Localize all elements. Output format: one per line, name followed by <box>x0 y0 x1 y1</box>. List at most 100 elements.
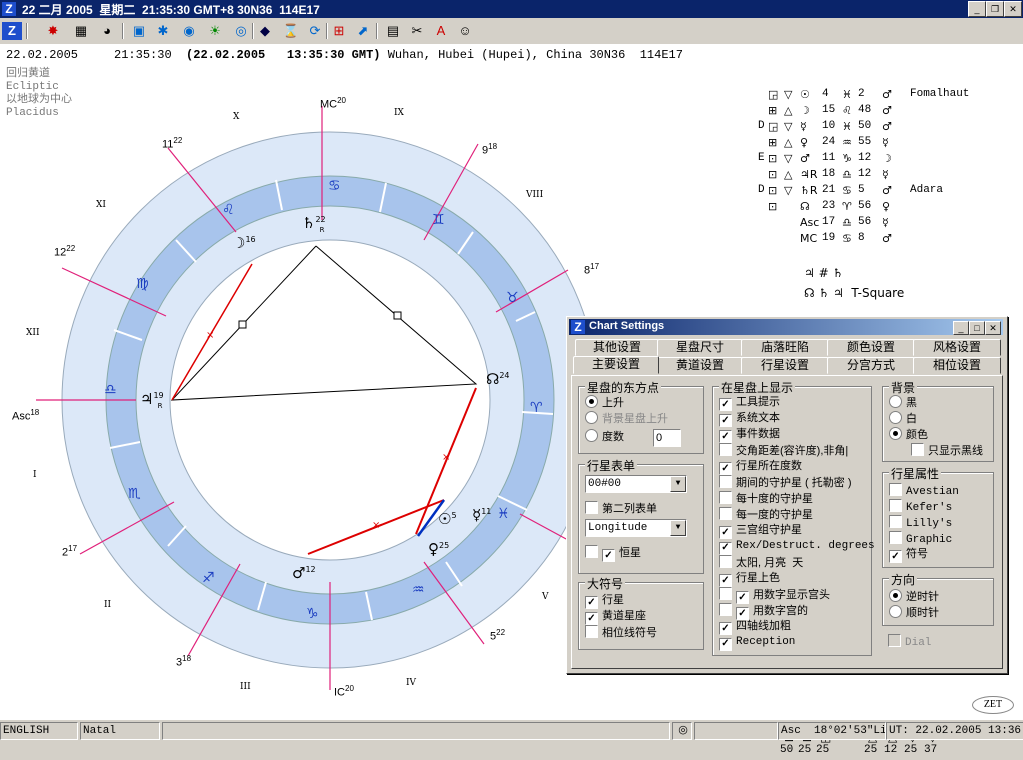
tab-ecliptic[interactable]: 黄道设置 <box>657 357 743 374</box>
row-planet: ♂ <box>800 152 810 165</box>
bookmark-icon[interactable]: ◆ <box>256 22 274 40</box>
calendar-icon[interactable]: ▦ <box>72 22 90 40</box>
tab-dignities[interactable]: 庙落旺陷 <box>741 339 829 356</box>
star-map-icon[interactable]: ✱ <box>154 22 172 40</box>
globe-icon[interactable]: ◕ <box>98 22 116 40</box>
tab-other-settings[interactable]: 其他设置 <box>575 339 659 356</box>
row-degree: 4 <box>822 88 829 100</box>
show-option-checkbox[interactable]: ✓ 行星所在度数 <box>719 459 802 475</box>
kefers-checkbox[interactable]: Kefer's <box>889 499 952 514</box>
show-option-checkbox[interactable]: ✓ 事件数据 <box>719 427 780 443</box>
font-icon[interactable]: A <box>432 22 450 40</box>
dialog-maximize-button[interactable]: □ <box>969 321 985 335</box>
tab-main-settings[interactable]: 主要设置 <box>573 356 659 374</box>
tab-chart-size[interactable]: 星盘尺寸 <box>657 339 743 356</box>
pattern-line: ♃ # ♄ <box>804 266 844 280</box>
tools-icon[interactable]: ✂ <box>408 22 426 40</box>
show-option-checkbox[interactable]: ✓ 四轴线加粗 <box>719 619 791 635</box>
legend-count: 12 <box>884 744 898 756</box>
row-aspect-b: △ <box>784 136 793 149</box>
radio-clockwise[interactable]: 顺时针 <box>889 605 939 619</box>
longitude-select[interactable]: Longitude ▼ <box>585 519 687 537</box>
show-option-checkbox[interactable]: ✓ 用数字宫的 <box>719 603 808 620</box>
dial-checkbox[interactable]: Dial <box>888 634 931 649</box>
aspect-table-row: ⊡ △ ♃R 18 ♎ 12 ☿ <box>760 168 1000 184</box>
radio-degrees[interactable]: 度数 <box>585 429 624 443</box>
node-icon[interactable]: ☊24 <box>486 370 510 388</box>
stop-icon[interactable]: ✸ <box>44 22 62 40</box>
image-icon[interactable]: ▣ <box>130 22 148 40</box>
row-ruler: ♂ <box>882 104 892 117</box>
sun-planet-icon[interactable]: ☉5 <box>438 510 457 528</box>
show-option-checkbox[interactable]: ✓ 三宫组守护星 <box>719 523 802 539</box>
restore-button[interactable]: ❐ <box>986 1 1004 17</box>
radio-bg-ascendant[interactable]: 背景星盘上升 <box>585 411 668 425</box>
row-sign: ♋ <box>842 184 852 197</box>
status-sun-icon[interactable]: ◎ <box>672 722 692 740</box>
radio-bg-color[interactable]: 颜色 <box>889 427 928 441</box>
cycle-icon[interactable]: ⟳ <box>306 22 324 40</box>
orbit-icon[interactable]: ◎ <box>232 22 250 40</box>
planet-icon[interactable]: ◉ <box>180 22 198 40</box>
dialog-close-button[interactable]: ✕ <box>985 321 1001 335</box>
tab-house-system[interactable]: 分宫方式 <box>827 357 915 374</box>
planet-list-group: 行星表单 00#00 ▼ 第二列表单 Longitude ▼ ✓ 恒星 <box>578 457 704 574</box>
aspect-line-symbols-checkbox[interactable]: 相位线符号 <box>585 625 657 639</box>
mercury-icon[interactable]: ☿11 <box>472 506 491 524</box>
radio-bg-white[interactable]: 白 <box>889 411 917 425</box>
tab-planets[interactable]: 行星设置 <box>741 357 829 374</box>
show-option-checkbox[interactable]: 太阳, 月亮 天 <box>719 555 803 569</box>
radio-counterclockwise[interactable]: 逆时针 <box>889 589 939 603</box>
show-option-checkbox[interactable]: ✓ 系统文本 <box>719 411 780 427</box>
venus-icon[interactable]: ♀25 <box>428 540 449 558</box>
person-icon[interactable]: ☺ <box>456 22 474 40</box>
show-option-checkbox[interactable]: 每十度的守护星 <box>719 491 813 505</box>
hourglass-icon[interactable]: ⌛ <box>282 22 300 40</box>
row-minute: 56 <box>858 216 872 228</box>
cusp-2-label: 217 <box>62 544 78 559</box>
close-button[interactable]: ✕ <box>1004 1 1022 17</box>
mars-icon[interactable]: ♂12 <box>292 564 316 582</box>
show-option-checkbox[interactable]: ✓ 用数字显示宫头 <box>719 587 830 604</box>
tab-style[interactable]: 风格设置 <box>913 339 1001 356</box>
group-label: 大符号 <box>585 575 626 592</box>
show-option-checkbox[interactable]: ✓ Rex/Destruct. degrees <box>719 539 875 555</box>
tab-colors[interactable]: 颜色设置 <box>827 339 915 356</box>
dialog-minimize-button[interactable]: _ <box>953 321 969 335</box>
big-zodiac-checkbox[interactable]: ✓ 黄道星座 <box>585 609 646 625</box>
lillys-checkbox[interactable]: Lilly's <box>889 515 952 530</box>
app-logo-icon: Z <box>2 22 22 40</box>
show-option-checkbox[interactable]: ✓ Reception <box>719 635 795 651</box>
degrees-input[interactable]: 0 <box>653 429 681 447</box>
avestian-checkbox[interactable]: Avestian <box>889 483 959 498</box>
arrow-icon[interactable]: ⬈ <box>354 22 372 40</box>
radio-ascendant[interactable]: 上升 <box>585 395 624 409</box>
tab-aspects[interactable]: 相位设置 <box>913 357 1001 374</box>
moon-icon[interactable]: ☽16 <box>232 234 256 252</box>
svg-text:×: × <box>372 520 380 531</box>
saturn-icon[interactable]: ♄22R <box>302 214 326 234</box>
sun-icon[interactable]: ☀ <box>206 22 224 40</box>
aspect-table-row: D ◲ ▽ ☿ 10 ♓ 50 ♂ <box>758 120 1000 136</box>
planet-attributes-group: 行星属性 Avestian Kefer's Lilly's Graphic ✓ 符… <box>882 465 994 568</box>
app-icon[interactable]: Z <box>2 2 16 16</box>
row-planet: MC <box>800 232 818 245</box>
big-planets-checkbox[interactable]: ✓ 行星 <box>585 593 624 609</box>
dialog-titlebar: Z Chart Settings _ □ ✕ <box>569 319 1003 335</box>
show-option-checkbox[interactable]: 交角距差(容许度),非角| <box>719 443 848 457</box>
show-option-checkbox[interactable]: 期间的守护星 ( 托勒密 ) <box>719 475 852 489</box>
radio-bg-black[interactable]: 黑 <box>889 395 917 409</box>
show-option-checkbox[interactable]: ✓ 行星上色 <box>719 571 780 587</box>
symbols-checkbox[interactable]: ✓ 符号 <box>889 547 928 563</box>
show-option-checkbox[interactable]: 每一度的守护星 <box>719 507 813 521</box>
document-icon[interactable]: ▤ <box>384 22 402 40</box>
black-lines-only-checkbox[interactable]: 只显示黑线 <box>911 443 983 457</box>
second-list-checkbox[interactable]: 第二列表单 <box>585 501 657 515</box>
jupiter-icon[interactable]: ♃19R <box>140 390 164 410</box>
grid-icon[interactable]: ⊞ <box>330 22 348 40</box>
graphic-checkbox[interactable]: Graphic <box>889 531 952 546</box>
planet-list-select[interactable]: 00#00 ▼ <box>585 475 687 493</box>
fixed-stars-checkbox[interactable]: ✓ 恒星 <box>585 545 641 562</box>
minimize-button[interactable]: _ <box>968 1 986 17</box>
show-option-checkbox[interactable]: ✓ 工具提示 <box>719 395 780 411</box>
